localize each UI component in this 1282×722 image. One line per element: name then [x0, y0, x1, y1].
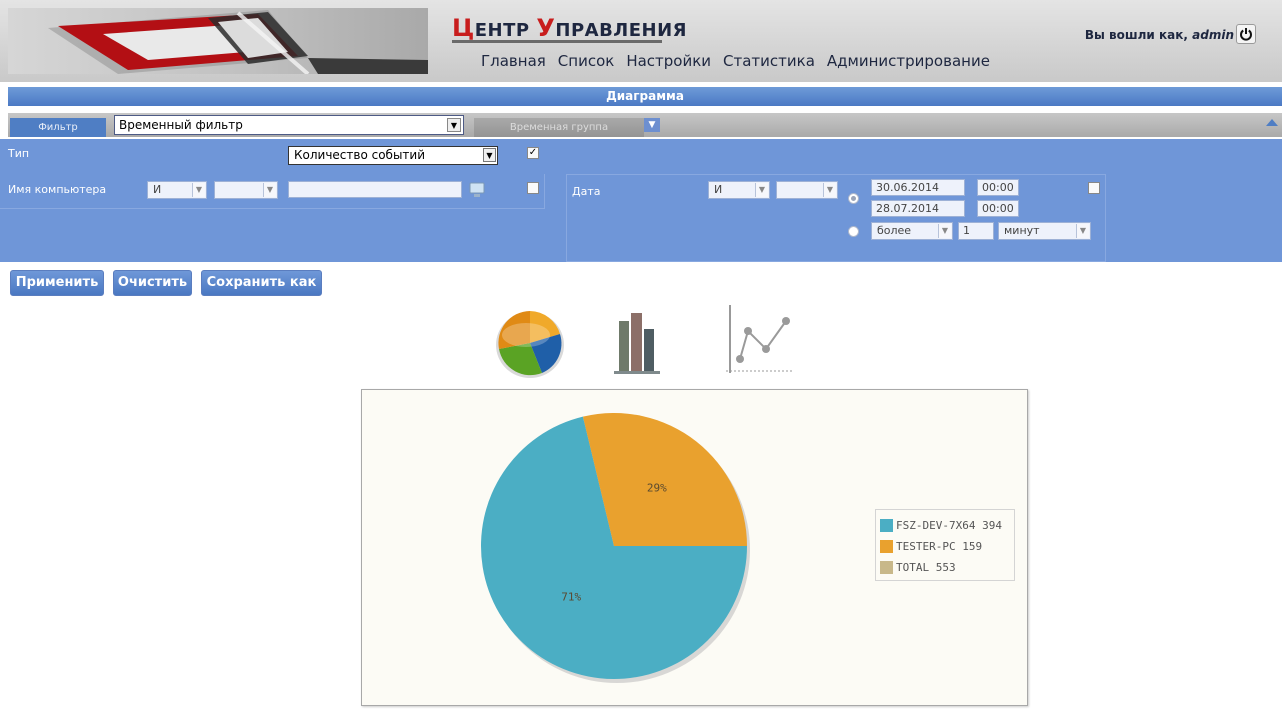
nav-statistics[interactable]: Статистика [723, 52, 815, 70]
filter-tab-bar: Фильтр Временный фильтр ▼ Временная груп… [8, 113, 1282, 137]
legend-label: FSZ-DEV-7X64 394 [896, 519, 1002, 532]
power-icon [1240, 28, 1252, 41]
filter-select-value: Временный фильтр [119, 118, 243, 132]
user-info: Вы вошли как, admin [1085, 28, 1234, 42]
brand-rest2: ПРАВЛЕНИЯ [555, 20, 688, 41]
computer-checkbox[interactable] [527, 182, 539, 194]
legend-item[interactable]: TOTAL 553 [880, 557, 1010, 578]
computer-name-label: Имя компьютера [8, 183, 107, 196]
legend-item[interactable]: FSZ-DEV-7X64 394 [880, 515, 1010, 536]
tab-dropdown-icon[interactable]: ▼ [644, 118, 660, 132]
filter-panel: Тип Количество событий ▼ ✓ Имя компьютер… [0, 139, 1282, 262]
apply-button[interactable]: Применить [10, 270, 104, 296]
chevron-down-icon: ▼ [263, 183, 276, 197]
chart-type-selector [490, 305, 800, 381]
legend-swatch [880, 519, 893, 532]
relative-date-radio[interactable] [848, 226, 859, 237]
collapse-icon[interactable] [1266, 119, 1278, 126]
chevron-down-icon: ▼ [192, 183, 205, 197]
brand-cap2: У [536, 14, 556, 42]
bar-chart-type-icon[interactable] [614, 313, 660, 374]
type-select[interactable]: Количество событий ▼ [288, 146, 498, 165]
relative-compare-select[interactable]: более ▼ [871, 222, 953, 240]
line-chart-type-icon[interactable] [726, 305, 794, 373]
chevron-down-icon: ▼ [938, 224, 951, 238]
app-title: ЦЕНТР УПРАВЛЕНИЯ [452, 14, 687, 42]
relative-unit-value: минут [1004, 224, 1040, 237]
nav-home[interactable]: Главная [481, 52, 546, 70]
logo[interactable] [8, 8, 428, 76]
pie-chart-type-icon[interactable] [496, 311, 564, 378]
type-select-value: Количество событий [294, 148, 426, 162]
user-name[interactable]: admin [1192, 28, 1234, 42]
relative-number-input[interactable]: 1 [958, 222, 994, 240]
main-nav: Главная Список Настройки Статистика Адми… [481, 52, 990, 70]
title-underline [452, 40, 662, 43]
nav-settings[interactable]: Настройки [626, 52, 711, 70]
legend-swatch [880, 561, 893, 574]
pie-label: 29% [647, 482, 667, 495]
date-op1-select[interactable]: И ▼ [708, 181, 770, 199]
time-from-input[interactable]: 00:00 [977, 179, 1019, 196]
date-op1-value: И [714, 183, 723, 196]
time-to-value: 00:00 [982, 202, 1014, 215]
chart-type-icons [496, 305, 794, 378]
logo-graphic [48, 10, 428, 76]
chevron-down-icon: ▼ [483, 148, 496, 162]
nav-list[interactable]: Список [558, 52, 615, 70]
type-checkbox[interactable]: ✓ [527, 147, 539, 159]
nav-administration[interactable]: Администрирование [827, 52, 990, 70]
monitor-icon [469, 182, 485, 197]
header: ЦЕНТР УПРАВЛЕНИЯ Главная Список Настройк… [0, 0, 1282, 82]
date-from-value: 30.06.2014 [876, 181, 939, 194]
brand-rest1: ЕНТР [474, 20, 537, 41]
legend-label: TOTAL 553 [896, 561, 956, 574]
legend-swatch [880, 540, 893, 553]
save-as-button[interactable]: Сохранить как [201, 270, 322, 296]
filter-select[interactable]: Временный фильтр ▼ [114, 115, 464, 135]
date-to-input[interactable]: 28.07.2014 [871, 200, 965, 217]
chevron-down-icon: ▼ [823, 183, 836, 197]
computer-op1-select[interactable]: И ▼ [147, 181, 207, 199]
chevron-down-icon[interactable]: ▼ [447, 118, 461, 132]
date-to-value: 28.07.2014 [876, 202, 939, 215]
pie-label: 71% [561, 590, 581, 603]
time-from-value: 00:00 [982, 181, 1014, 194]
type-label: Тип [8, 147, 30, 160]
brand-cap1: Ц [452, 14, 475, 42]
relative-unit-select[interactable]: минут ▼ [998, 222, 1091, 240]
chart-container: 71% 29% FSZ-DEV-7X64 394 TESTER-PC 159 TO… [361, 389, 1028, 706]
relative-compare-value: более [877, 224, 912, 237]
tab-filter[interactable]: Фильтр [10, 118, 106, 137]
chevron-down-icon: ▼ [1076, 224, 1089, 238]
chevron-down-icon: ▼ [755, 183, 768, 197]
legend-item[interactable]: TESTER-PC 159 [880, 536, 1010, 557]
clear-button[interactable]: Очистить [113, 270, 192, 296]
date-op2-select[interactable]: ▼ [776, 181, 838, 199]
relative-number-value: 1 [963, 224, 970, 237]
section-title: Диаграмма [8, 87, 1282, 106]
computer-pick-icon[interactable] [468, 181, 486, 199]
date-from-input[interactable]: 30.06.2014 [871, 179, 965, 196]
computer-op2-select[interactable]: ▼ [214, 181, 278, 199]
logout-button[interactable] [1236, 24, 1256, 44]
date-range-radio[interactable] [848, 193, 859, 204]
user-prefix: Вы вошли как, [1084, 28, 1188, 42]
computer-name-input[interactable] [288, 181, 462, 198]
time-to-input[interactable]: 00:00 [977, 200, 1019, 217]
legend-label: TESTER-PC 159 [896, 540, 983, 553]
chart-legend: FSZ-DEV-7X64 394 TESTER-PC 159 TOTAL 553 [875, 509, 1015, 581]
tab-time-group[interactable]: Временная группа [474, 118, 644, 137]
date-label: Дата [572, 185, 601, 198]
computer-op1-value: И [153, 183, 162, 196]
date-checkbox[interactable] [1088, 182, 1100, 194]
